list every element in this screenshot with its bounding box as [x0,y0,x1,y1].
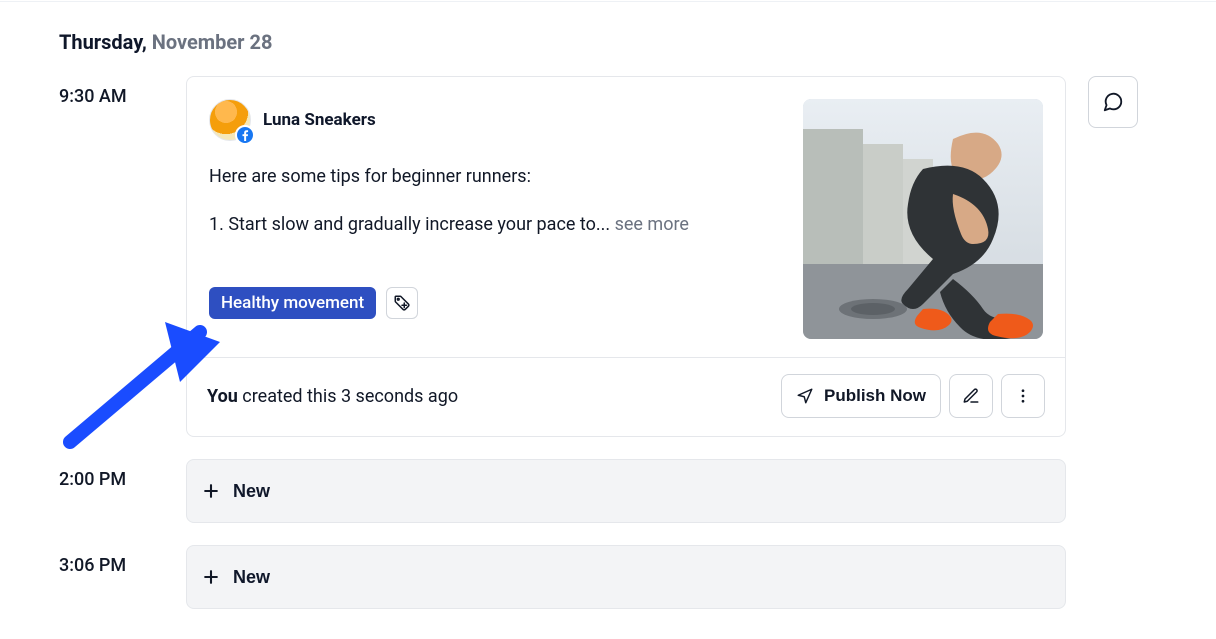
time-label: 2:00 PM [59,459,186,490]
more-button[interactable] [1001,374,1045,418]
new-post-button[interactable]: New [186,545,1066,609]
new-label: New [233,481,270,502]
time-label: 9:30 AM [59,76,186,107]
meta-rest: created this 3 seconds ago [238,386,458,407]
schedule-page: Thursday, November 28 9:30 AM [0,2,1216,639]
kebab-icon [1014,387,1032,405]
time-label: 3:06 PM [59,545,186,576]
meta-who: You [207,386,238,407]
plus-icon [201,481,221,501]
schedule-slot-row: 3:06 PM New [0,545,1216,609]
post-body: Here are some tips for beginner runners:… [209,163,783,239]
post-meta: You created this 3 seconds ago [207,386,458,407]
date-weekday: Thursday, [59,30,147,54]
post-thumbnail [803,99,1043,339]
post-line-2: 1. Start slow and gradually increase you… [209,214,615,235]
account-avatar [209,99,251,141]
tag-plus-icon [393,294,411,312]
send-icon [796,387,814,405]
publish-now-button[interactable]: Publish Now [781,374,941,418]
campaign-tag[interactable]: Healthy movement [209,287,376,319]
schedule-slot-row: 2:00 PM New [0,459,1216,523]
post-line-1: Here are some tips for beginner runners: [209,163,783,191]
add-tag-button[interactable] [386,287,418,319]
edit-button[interactable] [949,374,993,418]
new-post-button[interactable]: New [186,459,1066,523]
schedule-row: 9:30 AM Luna Sneakers [0,76,1216,437]
see-more-link[interactable]: see more [615,214,689,235]
plus-icon [201,567,221,587]
facebook-badge-icon [235,125,255,145]
date-header: Thursday, November 28 [0,2,1216,76]
publish-now-label: Publish Now [824,386,926,406]
new-label: New [233,567,270,588]
account-header: Luna Sneakers [209,99,783,141]
comments-button[interactable] [1088,76,1138,128]
account-name: Luna Sneakers [263,110,376,130]
comment-icon [1102,91,1124,113]
pencil-icon [962,387,980,405]
post-card: Luna Sneakers Here are some tips for beg… [186,76,1066,437]
date-rest: November 28 [152,30,273,54]
